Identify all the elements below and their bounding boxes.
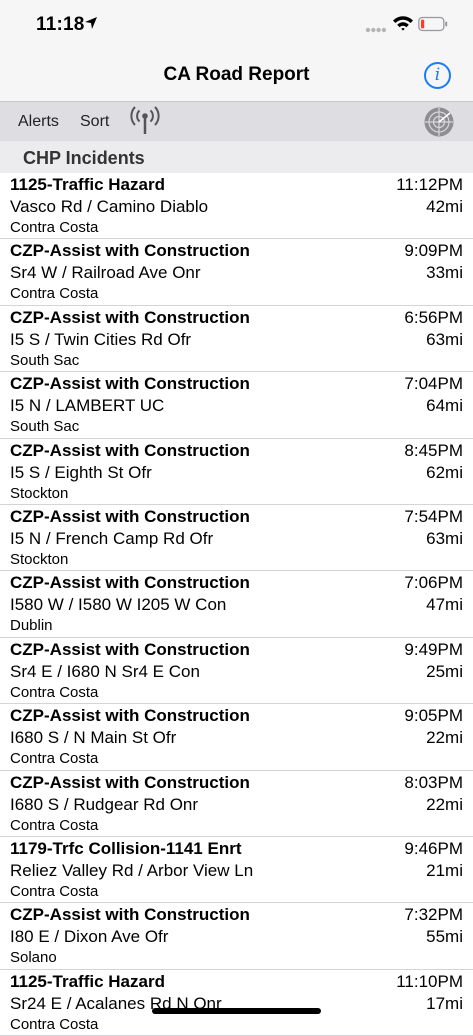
incident-title: CZP-Assist with Construction	[10, 772, 250, 792]
incident-title: 1125-Traffic Hazard	[10, 175, 165, 194]
incident-distance: 47mi	[426, 595, 463, 615]
incident-location: Sr4 W / Railroad Ave Onr	[10, 263, 201, 283]
list-item[interactable]: 1125-Traffic Hazard Sr24 E / Acalanes Rd…	[0, 970, 473, 1036]
incident-time: 7:04PM	[404, 374, 463, 394]
incident-distance: 63mi	[426, 528, 463, 548]
sort-button[interactable]: Sort	[80, 113, 109, 131]
incident-location: I5 N / LAMBERT UC	[10, 396, 165, 416]
list-item[interactable]: 1125-Traffic Hazard Vasco Rd / Camino Di…	[0, 173, 473, 240]
list-item[interactable]: 1179-Trfc Collision-1141 Enrt Reliez Val…	[0, 837, 473, 904]
incident-area: Contra Costa	[10, 750, 99, 768]
navigation-bar: CA Road Report i	[0, 48, 473, 101]
incident-area: Stockton	[10, 550, 69, 568]
incident-distance: 17mi	[426, 993, 463, 1013]
list-item[interactable]: CZP-Assist with Construction I80 E / Dix…	[0, 903, 473, 970]
incident-title: CZP-Assist with Construction	[10, 706, 250, 726]
incident-location: I580 W / I580 W I205 W Con	[10, 595, 227, 615]
list-item[interactable]: CZP-Assist with Construction I680 S / N …	[0, 704, 473, 771]
incident-location: I80 E / Dixon Ave Ofr	[10, 927, 169, 947]
incident-location: Vasco Rd / Camino Diablo	[10, 197, 209, 216]
incident-area: Contra Costa	[10, 882, 99, 900]
incident-time: 11:12PM	[396, 175, 463, 194]
incident-distance: 64mi	[426, 396, 463, 416]
incident-title: CZP-Assist with Construction	[10, 639, 250, 659]
incident-distance: 22mi	[426, 794, 463, 814]
incident-distance: 55mi	[426, 927, 463, 947]
home-indicator[interactable]	[152, 1008, 321, 1014]
incident-area: South Sac	[10, 351, 80, 369]
incident-location: Reliez Valley Rd / Arbor View Ln	[10, 860, 254, 880]
status-bar: 11:18	[0, 0, 473, 48]
incident-time: 9:09PM	[404, 241, 463, 261]
incident-time: 8:03PM	[404, 772, 463, 792]
incident-area: South Sac	[10, 418, 80, 436]
broadcast-antenna-icon[interactable]	[128, 106, 162, 136]
incident-area: Contra Costa	[10, 816, 99, 834]
incident-area: Dublin	[10, 617, 53, 635]
incident-title: CZP-Assist with Construction	[10, 241, 250, 261]
list-item[interactable]: CZP-Assist with Construction I5 S / Twin…	[0, 306, 473, 373]
incident-area: Contra Costa	[10, 683, 99, 701]
cellular-signal-icon	[365, 27, 387, 33]
incident-title: 1125-Traffic Hazard	[10, 971, 165, 991]
incident-distance: 22mi	[426, 728, 463, 748]
list-item[interactable]: CZP-Assist with Construction I680 S / Ru…	[0, 771, 473, 837]
incident-location: Sr4 E / I680 N Sr4 E Con	[10, 661, 200, 681]
section-title: CHP Incidents	[23, 148, 145, 168]
incident-time: 9:46PM	[404, 838, 463, 858]
incident-area: Solano	[10, 949, 57, 967]
incident-time: 9:49PM	[404, 639, 463, 659]
page-title: CA Road Report	[163, 64, 310, 85]
location-arrow-icon	[85, 17, 97, 29]
list-item[interactable]: CZP-Assist with Construction I580 W / I5…	[0, 571, 473, 638]
toolbar: Alerts Sort	[0, 101, 473, 141]
section-header: CHP Incidents	[0, 141, 473, 173]
battery-icon	[418, 16, 448, 32]
incident-time: 6:56PM	[404, 307, 463, 327]
incident-time: 8:45PM	[404, 440, 463, 460]
incident-title: CZP-Assist with Construction	[10, 905, 250, 925]
alerts-button[interactable]: Alerts	[18, 113, 59, 131]
incident-distance: 63mi	[426, 329, 463, 349]
list-item[interactable]: CZP-Assist with Construction Sr4 E / I68…	[0, 638, 473, 705]
incident-distance: 25mi	[426, 661, 463, 681]
incident-distance: 21mi	[426, 860, 463, 880]
list-item[interactable]: CZP-Assist with Construction I5 N / LAMB…	[0, 372, 473, 439]
wifi-icon	[393, 16, 413, 31]
incident-title: CZP-Assist with Construction	[10, 506, 250, 526]
incident-list: 1125-Traffic Hazard Vasco Rd / Camino Di…	[0, 173, 473, 1036]
incident-location: I5 N / French Camp Rd Ofr	[10, 528, 214, 548]
incident-title: CZP-Assist with Construction	[10, 374, 250, 394]
incident-area: Stockton	[10, 484, 69, 502]
incident-title: CZP-Assist with Construction	[10, 440, 250, 460]
incident-distance: 33mi	[426, 263, 463, 283]
incident-area: Contra Costa	[10, 1015, 99, 1033]
incident-location: I680 S / Rudgear Rd Onr	[10, 794, 199, 814]
list-item[interactable]: CZP-Assist with Construction Sr4 W / Rai…	[0, 239, 473, 306]
incident-distance: 62mi	[426, 462, 463, 482]
list-item[interactable]: CZP-Assist with Construction I5 N / Fren…	[0, 505, 473, 572]
incident-location: I5 S / Twin Cities Rd Ofr	[10, 329, 192, 349]
radar-icon[interactable]	[423, 106, 455, 138]
incident-location: I5 S / Eighth St Ofr	[10, 462, 152, 482]
info-icon[interactable]: i	[424, 62, 451, 89]
incident-time: 7:32PM	[404, 905, 463, 925]
incident-title: CZP-Assist with Construction	[10, 307, 250, 327]
incident-title: CZP-Assist with Construction	[10, 573, 250, 593]
incident-title: 1179-Trfc Collision-1141 Enrt	[10, 838, 242, 858]
incident-time: 9:05PM	[404, 706, 463, 726]
incident-distance: 42mi	[426, 197, 463, 216]
incident-area: Contra Costa	[10, 285, 99, 303]
incident-time: 7:54PM	[404, 506, 463, 526]
incident-time: 11:10PM	[396, 971, 463, 991]
status-time: 11:18	[36, 14, 85, 35]
list-item[interactable]: CZP-Assist with Construction I5 S / Eigh…	[0, 439, 473, 505]
incident-location: I680 S / N Main St Ofr	[10, 728, 177, 748]
incident-time: 7:06PM	[404, 573, 463, 593]
incident-area: Contra Costa	[10, 219, 99, 236]
